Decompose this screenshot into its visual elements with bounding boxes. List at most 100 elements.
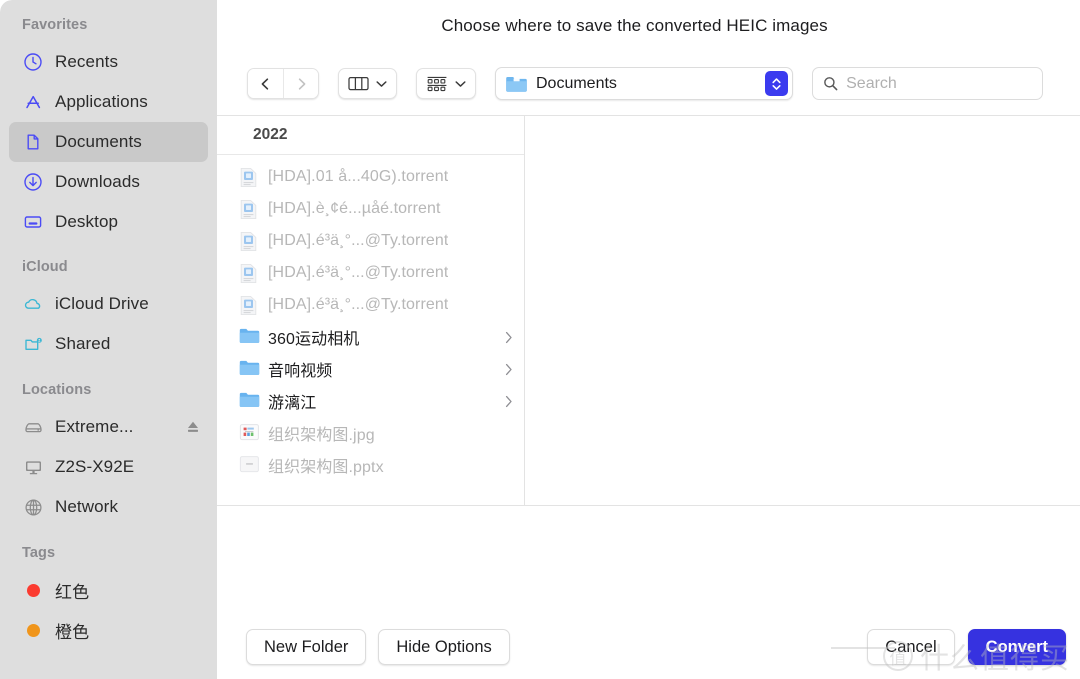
sidebar-section-locations: Locations [22, 382, 92, 398]
file-name: [HDA].é³ä¸°...@Ty.torrent [268, 296, 449, 313]
display-icon [22, 456, 44, 478]
column-header: 2022 [217, 116, 524, 155]
list-item[interactable]: 360运动相机 [217, 321, 524, 353]
main-pane: Choose where to save the converted HEIC … [217, 0, 1080, 679]
folder-icon [239, 327, 260, 348]
back-button[interactable] [248, 69, 283, 98]
list-item[interactable]: [HDA].é³ä¸°...@Ty.torrent [217, 225, 524, 257]
sidebar-section-tags: Tags [22, 545, 56, 561]
sidebar-item-desktop[interactable]: Desktop [9, 202, 208, 242]
torrent-file-icon [239, 199, 258, 220]
tag-dot-icon [22, 579, 44, 601]
save-dialog: Favorites Recents Applications Documents… [0, 0, 1080, 679]
forward-button[interactable] [283, 69, 318, 98]
sidebar-section-icloud: iCloud [22, 259, 68, 275]
torrent-file-icon [239, 295, 258, 316]
dialog-title: Choose where to save the converted HEIC … [441, 16, 828, 35]
dialog-footer: New Folder Hide Options Cancel Convert [217, 505, 1080, 679]
chevron-right-icon [504, 331, 514, 344]
chevron-right-icon [298, 77, 305, 90]
list-item[interactable]: 游漓江 [217, 385, 524, 417]
globe-icon [22, 496, 44, 518]
search-field[interactable] [812, 67, 1043, 100]
sidebar-item-recents[interactable]: Recents [9, 42, 208, 82]
file-name: 360运动相机 [268, 331, 360, 348]
sidebar-item-label: Downloads [55, 172, 141, 191]
chevron-down-icon [455, 80, 466, 87]
sidebar-item-label: Shared [55, 334, 111, 353]
sidebar-item-icloud-drive[interactable]: iCloud Drive [9, 284, 208, 324]
folder-icon [239, 359, 260, 380]
list-item[interactable]: 组织架构图.pptx [217, 449, 524, 481]
watermark-rule [831, 647, 895, 649]
sidebar-item-network[interactable]: Network [9, 487, 208, 527]
column-view-icon [348, 76, 369, 91]
hide-options-button[interactable]: Hide Options [378, 629, 510, 665]
sidebar-item-label: 红色 [55, 582, 90, 602]
applications-icon [22, 91, 44, 113]
sidebar-item-label: Applications [55, 92, 148, 111]
sidebar-item-tag-red[interactable]: 红色 [9, 570, 208, 610]
convert-button[interactable]: Convert [967, 629, 1066, 665]
shared-folder-icon [22, 333, 44, 355]
view-mode-button[interactable] [338, 68, 397, 99]
new-folder-button[interactable]: New Folder [246, 629, 367, 665]
sidebar-item-shared[interactable]: Shared [9, 324, 208, 364]
save-location-label: Documents [536, 74, 617, 92]
sidebar-item-label: Documents [55, 132, 142, 151]
list-item[interactable]: [HDA].é³ä¸°...@Ty.torrent [217, 257, 524, 289]
file-name: [HDA].è¸¢é...µåé.torrent [268, 200, 441, 217]
torrent-file-icon [239, 231, 258, 252]
list-item[interactable]: [HDA].01 å...40G).torrent [217, 161, 524, 193]
group-by-button[interactable] [416, 68, 476, 99]
list-item[interactable]: 组织架构图.jpg [217, 417, 524, 449]
folder-documents-icon [506, 76, 527, 92]
folder-icon [239, 391, 260, 412]
document-icon [22, 131, 44, 153]
sidebar-item-label: Recents [55, 52, 119, 71]
torrent-file-icon [239, 167, 258, 188]
sidebar-item-applications[interactable]: Applications [9, 82, 208, 122]
sidebar-item-downloads[interactable]: Downloads [9, 162, 208, 202]
file-name: 音响视频 [268, 363, 333, 380]
list-item[interactable]: [HDA].è¸¢é...µåé.torrent [217, 193, 524, 225]
chevron-right-icon [504, 363, 514, 376]
sidebar-item-z2s-x92e[interactable]: Z2S-X92E [9, 447, 208, 487]
file-column: 2022 [HDA].01 å...40G).torrent [HDA].è¸¢ [217, 116, 525, 505]
sidebar-item-label: 橙色 [55, 622, 90, 642]
file-column-preview [526, 116, 1080, 505]
sidebar-item-label: iCloud Drive [55, 294, 149, 313]
chevron-down-icon [376, 80, 387, 87]
sidebar: Favorites Recents Applications Documents… [0, 0, 217, 679]
desktop-icon [22, 211, 44, 233]
eject-icon[interactable] [184, 418, 202, 436]
stepper-up-down-icon[interactable] [765, 71, 788, 96]
list-item[interactable]: [HDA].é³ä¸°...@Ty.torrent [217, 289, 524, 321]
sidebar-item-label: Extreme... [55, 417, 134, 436]
list-item[interactable]: 音响视频 [217, 353, 524, 385]
dialog-titlebar: Choose where to save the converted HEIC … [217, 0, 1080, 52]
torrent-file-icon [239, 263, 258, 284]
file-name: 游漓江 [268, 395, 317, 412]
chevron-left-icon [261, 77, 269, 90]
tag-dot-icon [22, 619, 44, 641]
sidebar-item-label: Desktop [55, 212, 119, 231]
cloud-icon [22, 293, 44, 315]
file-name: [HDA].é³ä¸°...@Ty.torrent [268, 232, 449, 249]
pptx-file-icon [239, 455, 259, 476]
save-location-popup[interactable]: Documents [495, 67, 793, 100]
image-file-icon [239, 423, 259, 444]
group-by-icon [427, 76, 447, 91]
column-header-label: 2022 [253, 126, 288, 143]
sidebar-item-tag-orange[interactable]: 橙色 [9, 610, 208, 650]
sidebar-item-extreme-drive[interactable]: Extreme... [9, 407, 208, 447]
sidebar-item-label: Z2S-X92E [55, 457, 135, 476]
download-icon [22, 171, 44, 193]
chevron-right-icon [504, 395, 514, 408]
sidebar-item-label: Network [55, 497, 119, 516]
search-input[interactable] [846, 74, 1032, 93]
sidebar-item-documents[interactable]: Documents [9, 122, 208, 162]
sidebar-section-favorites: Favorites [22, 17, 88, 33]
toolbar: Documents [217, 52, 1080, 115]
file-browser: 2022 [HDA].01 å...40G).torrent [HDA].è¸¢ [217, 115, 1080, 505]
